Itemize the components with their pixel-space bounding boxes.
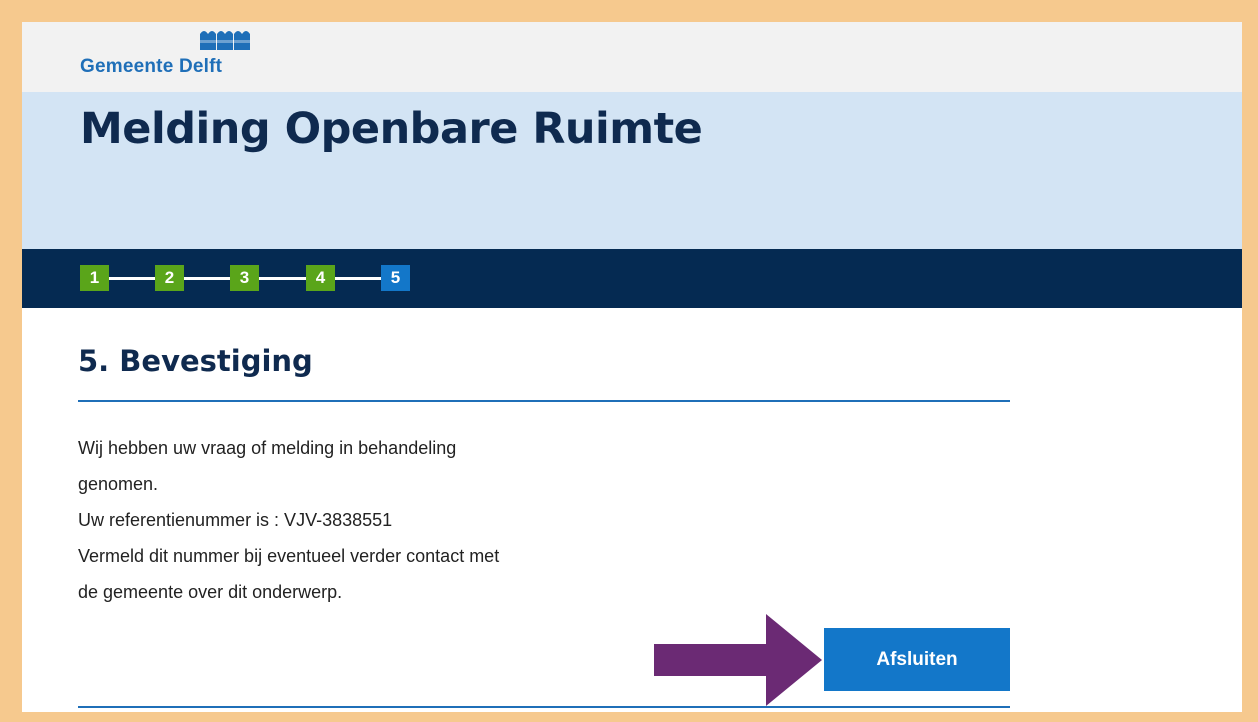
section-title: 5. Bevestiging [78, 344, 313, 378]
message-line: Wij hebben uw vraag of melding in behand… [78, 438, 457, 458]
progress-steps: 1 2 3 4 5 [22, 249, 1242, 308]
page-title: Melding Openbare Ruimte [80, 104, 703, 154]
gemeente-delft-logo[interactable]: Gemeente Delft [80, 26, 270, 86]
close-button[interactable]: Afsluiten [824, 628, 1010, 691]
step-4: 4 [306, 265, 335, 291]
step-3: 3 [230, 265, 259, 291]
step-5-current: 5 [381, 265, 410, 291]
arrow-right-icon [654, 614, 822, 706]
message-line: genomen. [78, 474, 159, 494]
message-line: Vermeld dit nummer bij eventueel verder … [78, 546, 500, 566]
step-2: 2 [155, 265, 184, 291]
divider-bottom [78, 706, 1010, 708]
logo-text: Gemeente Delft [80, 56, 223, 77]
top-bar: Gemeente Delft [22, 22, 1242, 92]
divider-top [78, 400, 1010, 402]
message-line: de gemeente over dit onderwerp. [78, 582, 343, 602]
page-frame: Gemeente Delft Melding Openbare Ruimte 1… [22, 22, 1242, 712]
step-1: 1 [80, 265, 109, 291]
delft-crest-icon [200, 31, 250, 50]
confirmation-message: Wij hebben uw vraag of melding in behand… [78, 432, 678, 612]
reference-number-line: Uw referentienummer is : VJV-3838551 [78, 510, 393, 530]
